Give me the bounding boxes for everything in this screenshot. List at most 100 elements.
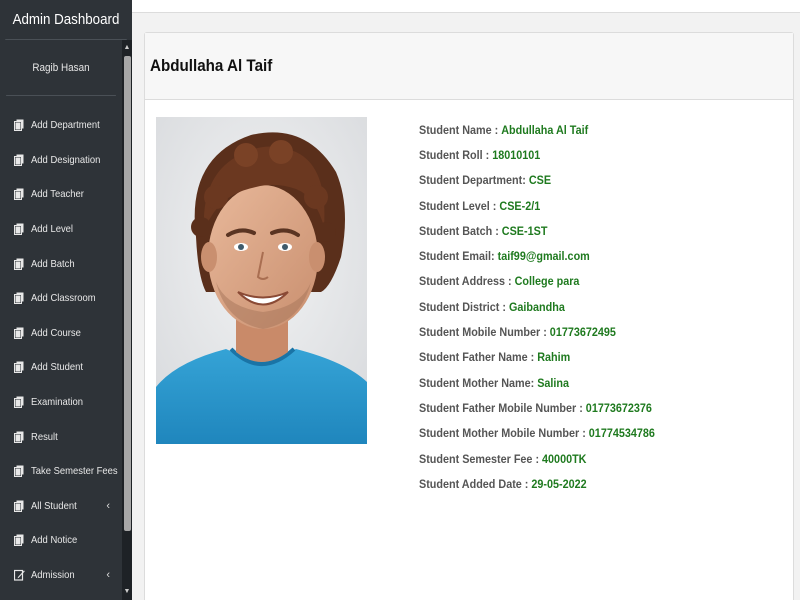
detail-value: Salina — [537, 375, 570, 390]
sidebar: Admin Dashboard Ragib Hasan Add Departme… — [0, 0, 132, 600]
detail-value: CSE-1ST — [501, 223, 548, 238]
detail-row: Student Department: CSE — [419, 168, 655, 193]
detail-row: Student Address : College para — [419, 269, 655, 294]
copy-icon — [14, 534, 24, 547]
sidebar-item-label: Add Batch — [31, 257, 75, 270]
detail-label: Student Added Date : — [419, 476, 532, 491]
sidebar-item-label: Add Course — [31, 326, 81, 339]
detail-label: Student Mother Mobile Number : — [419, 426, 589, 441]
top-navbar — [132, 0, 800, 13]
copy-icon — [14, 327, 24, 339]
sidebar-item-label: Add Department — [31, 119, 100, 132]
copy-icon — [14, 119, 24, 132]
chevron-left-icon[interactable]: ‹ — [106, 500, 110, 512]
copy-icon — [14, 223, 24, 236]
sidebar-item-label: Add Student — [31, 361, 84, 374]
detail-row: Student Email: taif99@gmail.com — [419, 243, 655, 268]
scroll-up-arrow-icon[interactable]: ▲ — [122, 42, 132, 54]
copy-icon — [14, 292, 24, 305]
copy-icon — [14, 431, 24, 443]
chevron-left-icon[interactable]: ‹ — [106, 569, 110, 581]
detail-row: Student District : Gaibandha — [419, 294, 655, 319]
sidebar-item-result[interactable]: Result — [0, 419, 132, 454]
detail-row: Student Semester Fee : 40000TK — [419, 446, 655, 471]
sidebar-item-label: Admission — [31, 569, 75, 582]
sidebar-item-add-notice[interactable]: Add Notice — [0, 523, 132, 558]
sidebar-item-label: Add Notice — [31, 534, 78, 547]
sidebar-item-add-level[interactable]: Add Level — [0, 212, 132, 247]
scroll-down-arrow-icon[interactable]: ▼ — [122, 586, 132, 598]
detail-value: 40000TK — [542, 451, 587, 466]
copy-icon — [14, 396, 24, 409]
sidebar-item-add-designation[interactable]: Add Designation — [0, 143, 132, 178]
detail-value: taif99@gmail.com — [497, 249, 590, 264]
detail-row: Student Roll : 18010101 — [419, 142, 655, 167]
edit-icon — [14, 569, 25, 581]
sidebar-item-add-student[interactable]: Add Student — [0, 350, 132, 385]
sidebar-item-add-classroom[interactable]: Add Classroom — [0, 281, 132, 316]
detail-label: Student Name : — [419, 122, 502, 137]
detail-value: CSE-2/1 — [499, 198, 541, 213]
detail-row: Student Mother Mobile Number : 017745347… — [419, 421, 655, 446]
detail-row: Student Level : CSE-2/1 — [419, 193, 655, 218]
detail-row: Student Added Date : 29-05-2022 — [419, 471, 655, 496]
detail-value: 01774534786 — [588, 426, 655, 441]
detail-label: Student Mobile Number : — [419, 325, 550, 340]
copy-icon — [14, 361, 24, 374]
detail-value: Abdullaha Al Taif — [501, 122, 589, 137]
sidebar-menu: Add Department Add Designation Add Teacher… — [0, 108, 132, 592]
detail-row: Student Mother Name: Salina — [419, 370, 655, 395]
app-title[interactable]: Admin Dashboard — [5, 0, 127, 40]
detail-label: Student Email: — [419, 249, 498, 264]
sidebar-item-label: Add Designation — [31, 153, 101, 166]
copy-icon — [14, 188, 24, 201]
sidebar-item-take-semester-fees[interactable]: Take Semester Fees — [0, 454, 132, 489]
detail-label: Student Father Name : — [419, 350, 538, 365]
sidebar-item-add-course[interactable]: Add Course — [0, 316, 132, 351]
detail-row: Student Father Name : Rahim — [419, 345, 655, 370]
detail-row: Student Father Mobile Number : 017736723… — [419, 395, 655, 420]
sidebar-scrollbar-thumb[interactable] — [124, 56, 131, 531]
card-header: Abdullaha Al Taif — [145, 33, 793, 100]
user-name[interactable]: Ragib Hasan — [6, 40, 116, 96]
detail-label: Student Level : — [419, 198, 500, 213]
detail-label: Student Mother Name: — [419, 375, 538, 390]
student-photo — [156, 117, 367, 444]
student-name-heading: Abdullaha Al Taif — [150, 56, 273, 75]
sidebar-item-label: Add Level — [31, 223, 74, 236]
detail-row: Student Mobile Number : 01773672495 — [419, 319, 655, 344]
detail-value: CSE — [528, 173, 552, 188]
student-profile-card: Abdullaha Al Taif Student Name: Abdulla… — [144, 32, 794, 600]
copy-icon — [14, 500, 24, 512]
sidebar-item-label: Take Semester Fees — [31, 465, 118, 478]
detail-label: Student Batch : — [419, 223, 502, 238]
sidebar-item-admission[interactable]: Admission ‹ — [0, 558, 132, 593]
detail-row: Student Name : Abdullaha Al Taif — [419, 117, 655, 142]
detail-label: Student Semester Fee : — [419, 451, 543, 466]
detail-label: Student Department: — [419, 173, 529, 188]
sidebar-item-label: Result — [31, 430, 58, 443]
detail-label: Student Address : — [419, 274, 515, 289]
sidebar-item-add-department[interactable]: Add Department — [0, 108, 132, 143]
detail-value: 18010101 — [492, 147, 541, 162]
detail-value: 01773672376 — [585, 400, 652, 415]
copy-icon — [14, 258, 24, 270]
detail-value: 29-05-2022 — [531, 476, 587, 491]
sidebar-item-add-batch[interactable]: Add Batch — [0, 246, 132, 281]
sidebar-item-label: All Student — [31, 499, 77, 512]
detail-value: College para — [514, 274, 580, 289]
sidebar-item-add-teacher[interactable]: Add Teacher — [0, 177, 132, 212]
sidebar-item-examination[interactable]: Examination — [0, 385, 132, 420]
sidebar-item-all-student[interactable]: All Student ‹ — [0, 489, 132, 524]
detail-row: Student Batch : CSE-1ST — [419, 218, 655, 243]
detail-label: Student District : — [419, 299, 510, 314]
detail-value: Gaibandha — [509, 299, 565, 314]
copy-icon — [14, 154, 24, 166]
sidebar-item-label: Examination — [31, 396, 84, 409]
sidebar-item-label: Add Classroom — [31, 292, 96, 305]
detail-value: Rahim — [537, 350, 571, 365]
student-details: Student Name : Abdullaha Al Taif Student … — [419, 117, 681, 496]
detail-label: Student Roll : — [419, 147, 493, 162]
sidebar-item-label: Add Teacher — [31, 188, 84, 201]
detail-label: Student Father Mobile Number : — [419, 400, 586, 415]
